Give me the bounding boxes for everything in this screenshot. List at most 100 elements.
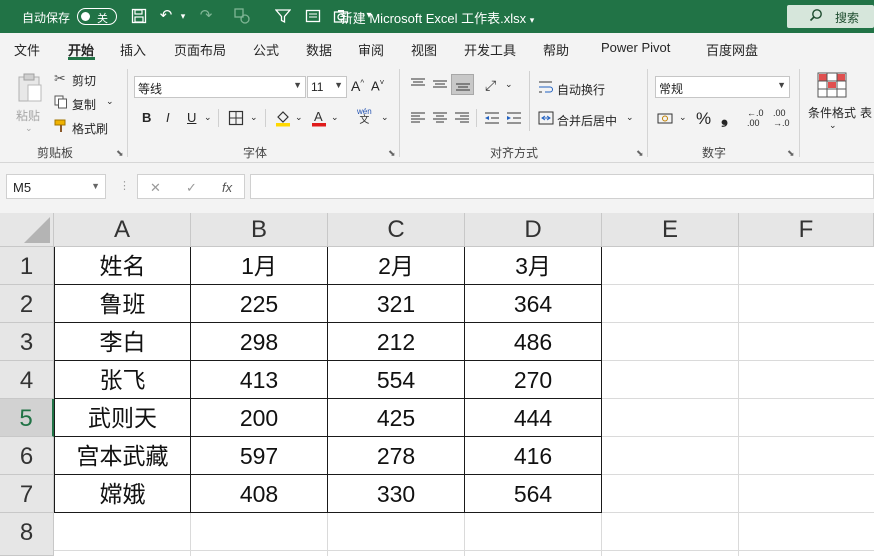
- number-launcher-icon[interactable]: ⬊: [787, 148, 795, 159]
- row-header-5[interactable]: 5: [0, 399, 54, 437]
- insert-function-icon[interactable]: fx: [222, 180, 232, 195]
- cut-button[interactable]: 剪切: [72, 72, 96, 89]
- align-bottom-button[interactable]: [451, 74, 474, 95]
- column-header-b[interactable]: B: [191, 213, 328, 247]
- percent-style-button[interactable]: %: [696, 109, 711, 129]
- font-launcher-icon[interactable]: ⬊: [388, 148, 396, 159]
- cell-d5[interactable]: 444: [465, 399, 601, 436]
- tab-file[interactable]: 文件: [14, 40, 40, 59]
- row-header-6[interactable]: 6: [0, 437, 54, 475]
- font-color-icon[interactable]: A: [310, 109, 328, 130]
- merge-center-button[interactable]: 合并后居中: [557, 112, 617, 129]
- cell-a7[interactable]: 嫦娥: [55, 475, 190, 512]
- cell-a4[interactable]: 张飞: [55, 361, 190, 398]
- tab-developer[interactable]: 开发工具: [464, 40, 516, 59]
- font-name-select[interactable]: 等线 ▼: [134, 76, 306, 98]
- column-header-e[interactable]: E: [602, 213, 739, 247]
- decrease-indent-icon[interactable]: [484, 111, 500, 128]
- phonetic-guide-button[interactable]: wén 文: [357, 107, 372, 126]
- tab-baidu-netdisk[interactable]: 百度网盘: [706, 40, 758, 59]
- underline-button[interactable]: U: [187, 110, 196, 125]
- fill-color-icon[interactable]: [274, 109, 292, 130]
- bold-button[interactable]: B: [142, 110, 151, 125]
- tab-page-layout[interactable]: 页面布局: [174, 40, 226, 59]
- align-left-icon[interactable]: [410, 111, 426, 128]
- align-top-icon[interactable]: [410, 77, 426, 94]
- cell-b4[interactable]: 413: [191, 361, 327, 398]
- cell-a3[interactable]: 李白: [55, 323, 190, 360]
- enter-icon[interactable]: ✓: [186, 180, 197, 196]
- orientation-dropdown-icon[interactable]: ⌄: [505, 79, 513, 90]
- increase-decimal-button[interactable]: ←.0.00: [747, 108, 764, 128]
- fill-color-dropdown-icon[interactable]: ⌄: [295, 112, 303, 123]
- increase-font-size-button[interactable]: A^: [351, 78, 364, 94]
- tab-data[interactable]: 数据: [306, 40, 332, 59]
- row-header-8[interactable]: 8: [0, 513, 54, 556]
- search-box[interactable]: 搜索: [787, 5, 874, 28]
- tab-insert[interactable]: 插入: [120, 40, 146, 59]
- format-as-table-button[interactable]: 表: [860, 104, 872, 121]
- select-all-button[interactable]: [0, 213, 54, 247]
- comma-style-button[interactable]: ❟: [721, 107, 728, 128]
- cell-d1[interactable]: 3月: [465, 247, 601, 284]
- row-header-2[interactable]: 2: [0, 285, 54, 323]
- cell-c6[interactable]: 278: [328, 437, 464, 474]
- accounting-dropdown-icon[interactable]: ⌄: [679, 112, 687, 123]
- tab-formulas[interactable]: 公式: [253, 40, 279, 59]
- number-format-select[interactable]: 常规 ▼: [655, 76, 790, 98]
- paste-button[interactable]: 粘贴 ⌄: [12, 71, 46, 137]
- cell-c1[interactable]: 2月: [328, 247, 464, 284]
- row-header-3[interactable]: 3: [0, 323, 54, 361]
- cell-a1[interactable]: 姓名: [55, 247, 190, 284]
- font-size-select[interactable]: 11 ▼: [307, 76, 347, 98]
- cell-d6[interactable]: 416: [465, 437, 601, 474]
- column-header-d[interactable]: D: [465, 213, 602, 247]
- name-box[interactable]: M5 ▼: [6, 174, 106, 199]
- italic-button[interactable]: I: [166, 110, 170, 125]
- underline-dropdown-icon[interactable]: ⌄: [204, 112, 212, 123]
- row-header-4[interactable]: 4: [0, 361, 54, 399]
- copy-button[interactable]: 复制: [72, 96, 96, 113]
- decrease-decimal-button[interactable]: .00 →.0: [773, 108, 790, 128]
- cell-b2[interactable]: 225: [191, 285, 327, 322]
- title-menu-icon[interactable]: ▾: [530, 15, 535, 25]
- cell-a2[interactable]: 鲁班: [55, 285, 190, 322]
- column-header-a[interactable]: A: [54, 213, 191, 247]
- clipboard-launcher-icon[interactable]: ⬊: [116, 148, 124, 159]
- cancel-icon[interactable]: ✕: [150, 180, 161, 196]
- align-middle-icon[interactable]: [432, 77, 448, 94]
- cell-b5[interactable]: 200: [191, 399, 327, 436]
- cell-d3[interactable]: 486: [465, 323, 601, 360]
- cell-a6[interactable]: 宫本武藏: [55, 437, 190, 474]
- tab-power-pivot[interactable]: Power Pivot: [601, 40, 670, 55]
- cell-d7[interactable]: 564: [465, 475, 601, 512]
- alignment-launcher-icon[interactable]: ⬊: [636, 148, 644, 159]
- column-header-f[interactable]: F: [739, 213, 874, 247]
- copy-dropdown-icon[interactable]: ⌄: [106, 96, 114, 107]
- align-right-icon[interactable]: [454, 111, 470, 128]
- column-header-c[interactable]: C: [328, 213, 465, 247]
- cell-a5[interactable]: 武则天: [55, 399, 190, 436]
- increase-indent-icon[interactable]: [506, 111, 522, 128]
- borders-dropdown-icon[interactable]: ⌄: [250, 112, 258, 123]
- drag-handle-icon[interactable]: ⋮: [119, 179, 130, 192]
- phonetic-dropdown-icon[interactable]: ⌄: [381, 112, 389, 123]
- cell-c5[interactable]: 425: [328, 399, 464, 436]
- cell-b7[interactable]: 408: [191, 475, 327, 512]
- borders-icon[interactable]: [228, 110, 244, 129]
- format-painter-button[interactable]: 格式刷: [72, 120, 108, 137]
- accounting-format-icon[interactable]: [657, 111, 675, 128]
- row-header-1[interactable]: 1: [0, 247, 54, 285]
- conditional-format-button[interactable]: 条件格式: [808, 104, 856, 121]
- tab-view[interactable]: 视图: [411, 40, 437, 59]
- formula-input[interactable]: [250, 174, 874, 199]
- orientation-icon[interactable]: ⤢: [485, 77, 496, 94]
- align-center-icon[interactable]: [432, 111, 448, 128]
- cell-b3[interactable]: 298: [191, 323, 327, 360]
- font-color-dropdown-icon[interactable]: ⌄: [331, 112, 339, 123]
- cell-d4[interactable]: 270: [465, 361, 601, 398]
- cell-c7[interactable]: 330: [328, 475, 464, 512]
- cell-b6[interactable]: 597: [191, 437, 327, 474]
- cell-b1[interactable]: 1月: [191, 247, 327, 284]
- tab-help[interactable]: 帮助: [543, 40, 569, 59]
